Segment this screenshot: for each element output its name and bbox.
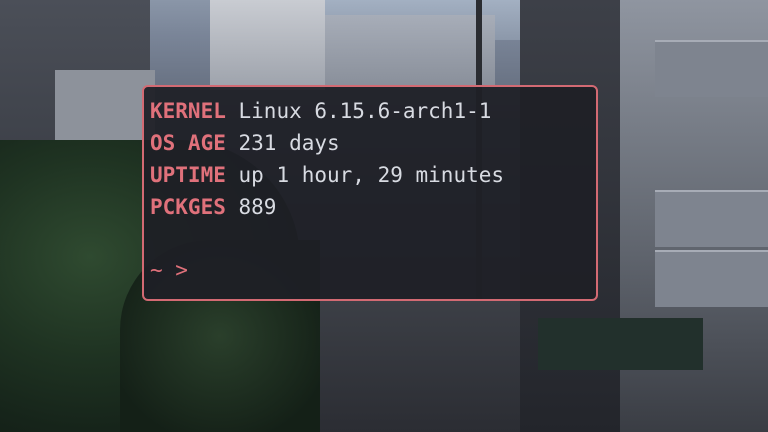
fetch-value: 889 (238, 195, 277, 219)
fetch-row-os-age: OS AGE 231 days (150, 127, 596, 159)
wallpaper-street (300, 300, 520, 432)
wallpaper-awning (538, 318, 703, 370)
shell-prompt[interactable]: ~ > (150, 254, 188, 286)
wallpaper-balcony (655, 190, 768, 247)
wallpaper-building (210, 0, 325, 90)
fetch-key: UPTIME (150, 163, 226, 187)
fetch-row-kernel: KERNEL Linux 6.15.6-arch1-1 (150, 95, 596, 127)
wallpaper-building (325, 15, 495, 85)
wallpaper-balcony (655, 250, 768, 307)
fetch-value: 231 days (238, 131, 340, 155)
fetch-key: OS AGE (150, 131, 226, 155)
fetch-key: KERNEL (150, 99, 226, 123)
terminal-window[interactable]: KERNEL Linux 6.15.6-arch1-1 OS AGE 231 d… (142, 85, 598, 301)
fetch-value: Linux 6.15.6-arch1-1 (238, 99, 492, 123)
fetch-row-uptime: UPTIME up 1 hour, 29 minutes (150, 159, 596, 191)
fetch-key: PCKGES (150, 195, 226, 219)
fetch-value: up 1 hour, 29 minutes (238, 163, 505, 187)
fetch-row-packages: PCKGES 889 (150, 191, 596, 223)
wallpaper-balcony (655, 40, 768, 97)
